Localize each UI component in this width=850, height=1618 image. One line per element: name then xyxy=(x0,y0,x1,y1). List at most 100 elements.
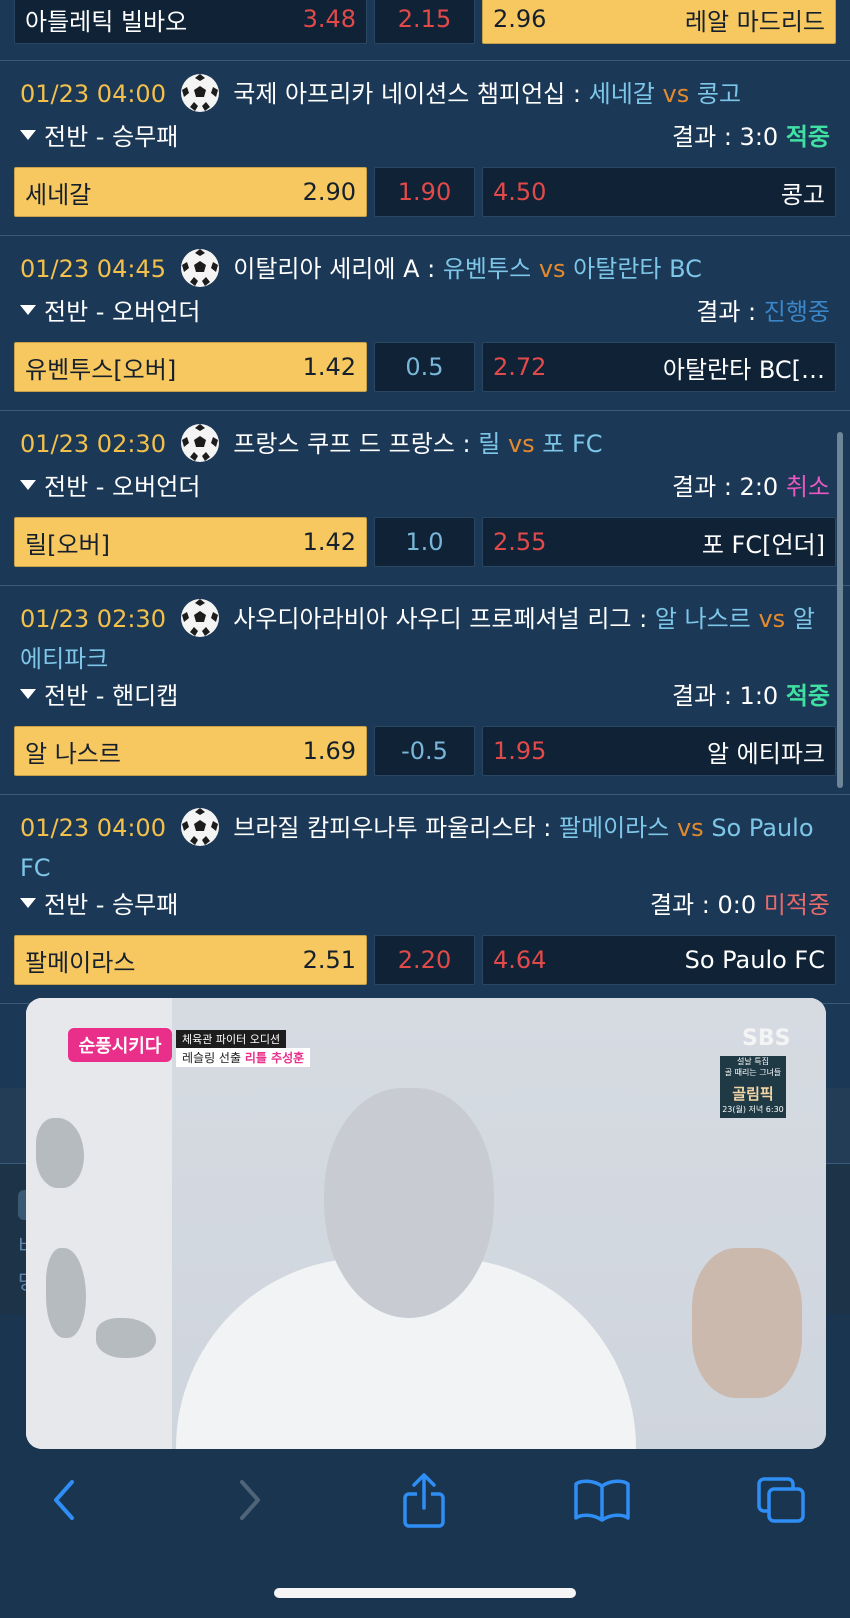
match-time: 01/23 04:45 xyxy=(20,255,166,283)
calligraphy-stroke xyxy=(96,1318,156,1358)
market-toggle[interactable]: 전반 - 오버언더 xyxy=(20,292,200,327)
home-odds-cell[interactable]: 유벤투스[오버] 1.42 xyxy=(14,342,367,392)
mid-odds-cell[interactable]: 2.20 xyxy=(374,935,475,985)
result: 결과 : 0:0 미적중 xyxy=(650,885,830,920)
mid-odds-value: 0.5 xyxy=(405,353,444,381)
league-name: 프랑스 쿠프 드 프랑스 xyxy=(233,430,455,458)
match-header: 01/23 04:00 국제 아프리카 네이션스 챔피언십 : 세네갈 vs 콩… xyxy=(20,73,834,117)
away-odds-cell[interactable]: 2.55 포 FC[언더] xyxy=(482,517,836,567)
home-odds-value: 1.42 xyxy=(302,353,356,381)
result: 결과 : 3:0 적중 xyxy=(672,117,830,152)
match-block: 01/23 04:00 브라질 캄피우나투 파울리스타 : 팔메이라스 vs S… xyxy=(0,795,850,1004)
mid-odds-cell[interactable]: 1.0 xyxy=(374,517,475,567)
person-head xyxy=(324,1088,494,1318)
draw-odds-value: 2.15 xyxy=(397,5,452,33)
tabs-icon[interactable] xyxy=(752,1470,812,1530)
home-odds-cell[interactable]: 릴[오버] 1.42 xyxy=(14,517,367,567)
caption-highlight: 리틀 추성훈 xyxy=(244,1051,305,1065)
caret-down-icon xyxy=(20,304,36,315)
mid-odds-cell[interactable]: 1.90 xyxy=(374,167,475,217)
caption-top: 체육관 파이터 오디션 xyxy=(176,1030,287,1048)
away-odds-value: 4.64 xyxy=(493,946,547,974)
home-indicator[interactable] xyxy=(274,1588,576,1598)
mid-odds-cell[interactable]: -0.5 xyxy=(374,726,475,776)
market-toggle[interactable]: 전반 - 핸디캡 xyxy=(20,676,178,711)
away-odds-value: 1.95 xyxy=(493,737,547,765)
draw-odds-cell[interactable]: 2.15 xyxy=(374,0,475,44)
away-pick-label: 아탈란타 BC[… xyxy=(662,355,825,384)
home-team-name: 유벤투스 xyxy=(442,255,532,283)
result-label: 결과 : 1:0 xyxy=(672,682,779,710)
vs-label: vs xyxy=(507,430,535,458)
status-badge: 취소 xyxy=(785,473,830,501)
status-badge: 미적중 xyxy=(763,891,830,919)
away-team-name: 포 FC xyxy=(542,430,603,458)
home-team-name: 팔메이라스 xyxy=(558,814,670,842)
mid-odds-value: -0.5 xyxy=(401,737,448,765)
away-odds-cell[interactable]: 2.96 레알 마드리드 xyxy=(482,0,836,44)
home-odds-value: 3.48 xyxy=(302,5,356,33)
scrollbar[interactable] xyxy=(837,432,843,788)
away-odds-value: 2.55 xyxy=(493,528,547,556)
match-header: 01/23 04:45 이탈리아 세리에 A : 유벤투스 vs 아탈란타 BC xyxy=(20,248,834,292)
away-odds-cell[interactable]: 4.50 콩고 xyxy=(482,167,836,217)
vs-label: vs xyxy=(676,814,704,842)
match-header: 01/23 02:30 프랑스 쿠프 드 프랑스 : 릴 vs 포 FC xyxy=(20,423,834,467)
back-icon[interactable] xyxy=(36,1470,96,1530)
bookmarks-icon[interactable] xyxy=(572,1470,632,1530)
soccer-ball-icon xyxy=(180,249,219,287)
home-odds-cell[interactable]: 팔메이라스 2.51 xyxy=(14,935,367,985)
status-badge: 진행중 xyxy=(763,298,830,326)
home-odds-cell[interactable]: 알 나스르 1.69 xyxy=(14,726,367,776)
soccer-ball-icon xyxy=(180,599,219,637)
away-team-name: 아탈란타 BC xyxy=(573,255,702,283)
mid-odds-value: 2.20 xyxy=(397,946,452,974)
soccer-ball-icon xyxy=(180,74,219,112)
home-odds-value: 2.51 xyxy=(302,946,356,974)
away-pick-label: 콩고 xyxy=(780,180,825,209)
person-hand xyxy=(692,1248,802,1398)
away-odds-cell[interactable]: 2.72 아탈란타 BC[… xyxy=(482,342,836,392)
market-toggle[interactable]: 전반 - 오버언더 xyxy=(20,467,200,502)
away-pick-label: 포 FC[언더] xyxy=(701,530,825,559)
result: 결과 : 2:0 취소 xyxy=(672,467,830,502)
previous-match-block: 아틀레틱 빌바오 3.48 2.15 2.96 레알 마드리드 xyxy=(0,0,850,61)
mid-odds-value: 1.90 xyxy=(397,178,452,206)
away-odds-value: 2.72 xyxy=(493,353,547,381)
away-pick-label: 알 에티파크 xyxy=(706,739,825,768)
soccer-ball-icon xyxy=(180,424,219,462)
market-name: 전반 - 오버언더 xyxy=(44,298,201,326)
away-pick-label: So Paulo FC xyxy=(684,946,825,974)
market-toggle[interactable]: 전반 - 승무패 xyxy=(20,885,178,920)
result-label: 결과 : 0:0 xyxy=(649,891,757,919)
mid-odds-cell[interactable]: 0.5 xyxy=(374,342,475,392)
away-team-label: 레알 마드리드 xyxy=(684,7,825,36)
odds-row: 세네갈 2.90 1.90 4.50 콩고 xyxy=(14,167,836,217)
promo-badge: 설날 특집 골 때리는 그녀들 골림픽 23(월) 저녁 6:30 xyxy=(720,1056,786,1118)
status-badge: 적중 xyxy=(785,123,830,151)
match-time: 01/23 02:30 xyxy=(20,605,166,633)
home-pick-label: 릴[오버] xyxy=(25,530,110,559)
soccer-ball-icon xyxy=(180,808,219,846)
away-odds-cell[interactable]: 4.64 So Paulo FC xyxy=(482,935,836,985)
home-odds-cell[interactable]: 아틀레틱 빌바오 3.48 xyxy=(14,0,367,44)
home-pick-label: 알 나스르 xyxy=(25,739,121,768)
share-icon[interactable] xyxy=(394,1470,454,1530)
away-odds-cell[interactable]: 1.95 알 에티파크 xyxy=(482,726,836,776)
forward-icon[interactable] xyxy=(218,1470,278,1530)
result: 결과 : 1:0 적중 xyxy=(672,676,830,711)
match-block: 01/23 04:45 이탈리아 세리에 A : 유벤투스 vs 아탈란타 BC… xyxy=(0,236,850,411)
home-pick-label: 유벤투스[오버] xyxy=(25,355,177,384)
market-toggle[interactable]: 전반 - 승무패 xyxy=(20,117,178,152)
home-team-label: 아틀레틱 빌바오 xyxy=(25,7,188,36)
home-team-name: 릴 xyxy=(478,430,501,458)
away-team-name: 콩고 xyxy=(696,80,742,108)
promo-title: 골림픽 xyxy=(732,1085,774,1103)
broadcaster-logo: SBS xyxy=(742,1026,791,1051)
result-label: 결과 : 3:0 xyxy=(672,123,779,151)
market-name: 전반 - 승무패 xyxy=(44,891,179,919)
status-badge: 적중 xyxy=(785,682,830,710)
home-odds-value: 1.69 xyxy=(302,737,356,765)
pip-video-player[interactable]: 순풍시키다 체육관 파이터 오디션 레슬링 선출 리틀 추성훈 SBS 설날 특… xyxy=(26,998,826,1449)
home-odds-cell[interactable]: 세네갈 2.90 xyxy=(14,167,367,217)
